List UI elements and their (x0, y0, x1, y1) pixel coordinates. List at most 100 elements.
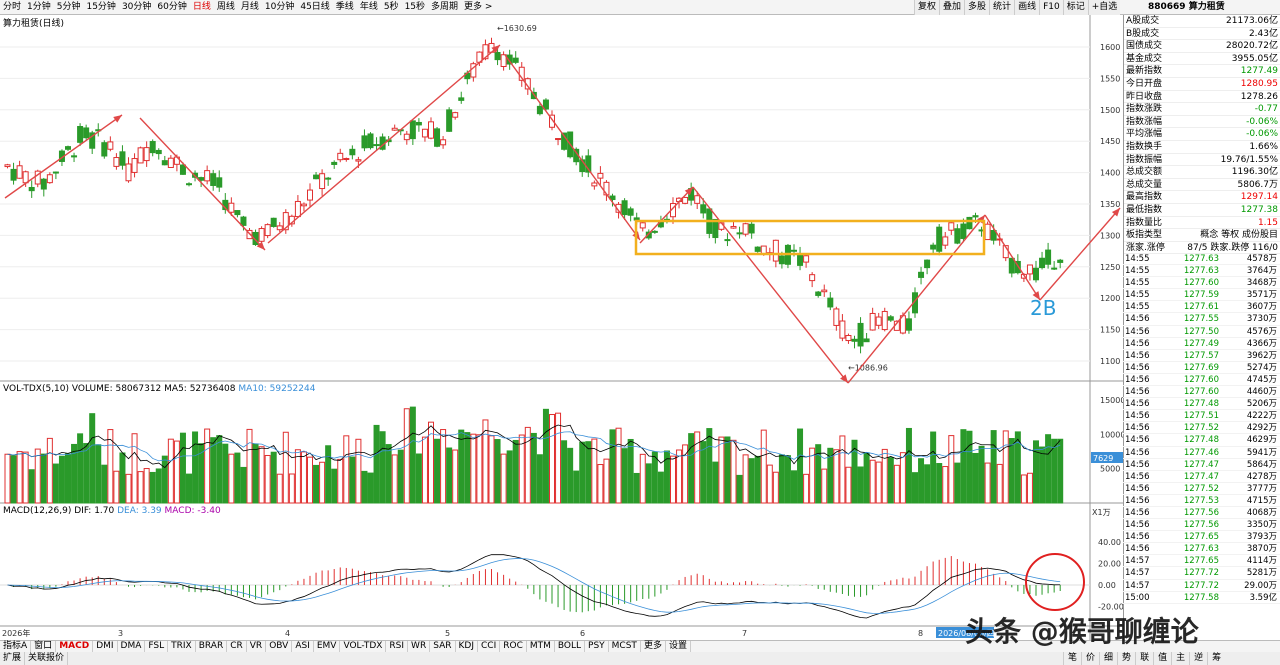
period-tab[interactable]: 季线 (333, 0, 357, 15)
tool-button[interactable]: 画线 (1014, 0, 1040, 15)
tick-row[interactable]: 14:55 1277.59 3571万 (1123, 289, 1280, 302)
indicator-tab[interactable]: WR (408, 641, 431, 652)
period-tab[interactable]: 周线 (214, 0, 238, 15)
tick-row[interactable]: 14:55 1277.61 3607万 (1123, 301, 1280, 314)
tick-row[interactable]: 14:56 1277.60 4460万 (1123, 386, 1280, 399)
tick-row[interactable]: 14:57 1277.65 4114万 (1123, 555, 1280, 568)
tick-row[interactable]: 14:57 1277.72 5281万 (1123, 567, 1280, 580)
side-button[interactable]: 笔 (1063, 652, 1081, 665)
period-tab[interactable]: 多周期 (428, 0, 461, 15)
tick-row[interactable]: 14:56 1277.48 4629万 (1123, 434, 1280, 447)
indicator-tab[interactable]: 设置 (666, 641, 691, 652)
volume-bar (821, 468, 828, 504)
tick-row[interactable]: 14:56 1277.52 4292万 (1123, 422, 1280, 435)
indicator-tab[interactable]: BOLL (555, 641, 586, 652)
tick-row[interactable]: 14:56 1277.55 3730万 (1123, 313, 1280, 326)
tick-row[interactable]: 14:56 1277.60 4745万 (1123, 374, 1280, 387)
volume-bar (1026, 472, 1033, 504)
indicator-tab[interactable]: DMI (93, 641, 118, 652)
month-label: 6 (580, 629, 585, 638)
candle-body (924, 259, 931, 269)
tick-row[interactable]: 15:00 1277.58 3.59亿 (1123, 592, 1280, 604)
tick-row[interactable]: 14:56 1277.69 5274万 (1123, 362, 1280, 374)
tool-button[interactable]: F10 (1039, 0, 1063, 15)
indicator-tab[interactable]: VR (247, 641, 267, 652)
candle-body (16, 165, 23, 179)
tick-row[interactable]: 14:56 1277.57 3962万 (1123, 350, 1280, 362)
side-button[interactable]: 势 (1117, 652, 1135, 665)
indicator-tab[interactable]: OBV (266, 641, 293, 652)
period-tab[interactable]: 10分钟 (262, 0, 297, 15)
tick-row[interactable]: 14:56 1277.48 5206万 (1123, 398, 1280, 411)
tool-button[interactable]: 统计 (989, 0, 1015, 15)
side-button[interactable]: 细 (1099, 652, 1117, 665)
kline-chart[interactable]: 1600 1550 1500 1450 1400 1350 1300 1250 1200 1150… (0, 15, 1125, 640)
period-tab[interactable]: 45日线 (297, 0, 332, 15)
tool-button[interactable]: 标记 (1062, 0, 1088, 15)
tick-row[interactable]: 14:56 1277.47 4278万 (1123, 471, 1280, 483)
period-tab[interactable]: 15秒 (402, 0, 428, 15)
side-button[interactable]: 逆 (1189, 652, 1207, 665)
indicator-tab[interactable]: MACD (56, 641, 94, 652)
indicator-tab[interactable]: BRAR (196, 641, 228, 652)
tick-row[interactable]: 14:56 1277.53 4715万 (1123, 495, 1280, 507)
period-tab[interactable]: 年线 (357, 0, 381, 15)
indicator-tab[interactable]: MTM (527, 641, 555, 652)
period-tab[interactable]: 60分钟 (154, 0, 189, 15)
indicator-tab[interactable]: ROC (500, 641, 527, 652)
tick-row[interactable]: 14:56 1277.52 3777万 (1123, 483, 1280, 495)
period-tab[interactable]: 月线 (238, 0, 262, 15)
indicator-tab[interactable]: CCI (478, 641, 501, 652)
chart-area[interactable]: 1600 1550 1500 1450 1400 1350 1300 1250 1200 1150… (0, 15, 1125, 640)
tick-row[interactable]: 14:56 1277.51 4222万 (1123, 410, 1280, 423)
indicator-tab[interactable]: RSI (386, 641, 409, 652)
tick-row[interactable]: 14:56 1277.56 3350万 (1123, 519, 1280, 532)
tick-row[interactable]: 14:55 1277.63 4578万 (1123, 253, 1280, 266)
indicator-tab[interactable]: TRIX (168, 641, 196, 652)
indicator-tab[interactable]: VOL-TDX (340, 641, 387, 652)
tick-row[interactable]: 14:56 1277.47 5864万 (1123, 459, 1280, 471)
side-button[interactable]: 主 (1171, 652, 1189, 665)
indicator-tab[interactable]: EMV (314, 641, 341, 652)
indicator-tab[interactable]: 更多 (641, 641, 666, 652)
tick-list[interactable]: 14:55 1277.63 4578万 14:55 1277.63 3764万 14:55 1… (1123, 253, 1280, 604)
tick-row[interactable]: 14:56 1277.65 3793万 (1123, 531, 1280, 544)
period-tab[interactable]: 更多 > (461, 0, 495, 15)
side-button[interactable]: 联 (1135, 652, 1153, 665)
candle-body (857, 322, 864, 347)
side-button[interactable]: 筹 (1207, 652, 1225, 665)
tool-button[interactable]: 复权 (914, 0, 940, 15)
side-button[interactable]: 价 (1081, 652, 1099, 665)
tick-row[interactable]: 14:55 1277.63 3764万 (1123, 265, 1280, 278)
tool-button[interactable]: 叠加 (939, 0, 965, 15)
period-tab[interactable]: 1分钟 (24, 0, 54, 15)
tool-button[interactable]: +自选 (1087, 0, 1121, 15)
tick-row[interactable]: 14:56 1277.49 4366万 (1123, 338, 1280, 350)
indicator-tab[interactable]: ASI (292, 641, 314, 652)
side-button[interactable]: 值 (1153, 652, 1171, 665)
extension-tab[interactable]: 扩展 (0, 652, 26, 665)
period-tab[interactable]: 30分钟 (119, 0, 154, 15)
tick-row[interactable]: 14:56 1277.46 5941万 (1123, 447, 1280, 459)
tick-row[interactable]: 14:57 1277.72 29.00万 (1123, 580, 1280, 592)
tick-row[interactable]: 14:56 1277.56 4068万 (1123, 507, 1280, 520)
indicator-tab[interactable]: MCST (609, 641, 641, 652)
period-tab[interactable]: 5分钟 (54, 0, 84, 15)
indicator-tab[interactable]: SAR (430, 641, 456, 652)
period-tab[interactable]: 15分钟 (83, 0, 118, 15)
period-tab[interactable]: 日线 (190, 0, 214, 15)
indicator-tab[interactable]: KDJ (456, 641, 478, 652)
tool-button[interactable]: 多股 (964, 0, 990, 15)
extension-tab[interactable]: 关联报价 (25, 652, 69, 665)
indicator-tab[interactable]: 窗口 (31, 641, 57, 652)
tick-row[interactable]: 14:55 1277.60 3468万 (1123, 277, 1280, 290)
indicator-tab[interactable]: 指标A (0, 641, 32, 652)
period-tab[interactable]: 5秒 (381, 0, 402, 15)
tick-row[interactable]: 14:56 1277.63 3870万 (1123, 543, 1280, 556)
indicator-tab[interactable]: PSY (585, 641, 609, 652)
tick-row[interactable]: 14:56 1277.50 4576万 (1123, 326, 1280, 338)
period-tab[interactable]: 分时 (0, 0, 24, 15)
indicator-tab[interactable]: DMA (118, 641, 146, 652)
indicator-tab[interactable]: FSL (145, 641, 169, 652)
indicator-tab[interactable]: CR (227, 641, 247, 652)
